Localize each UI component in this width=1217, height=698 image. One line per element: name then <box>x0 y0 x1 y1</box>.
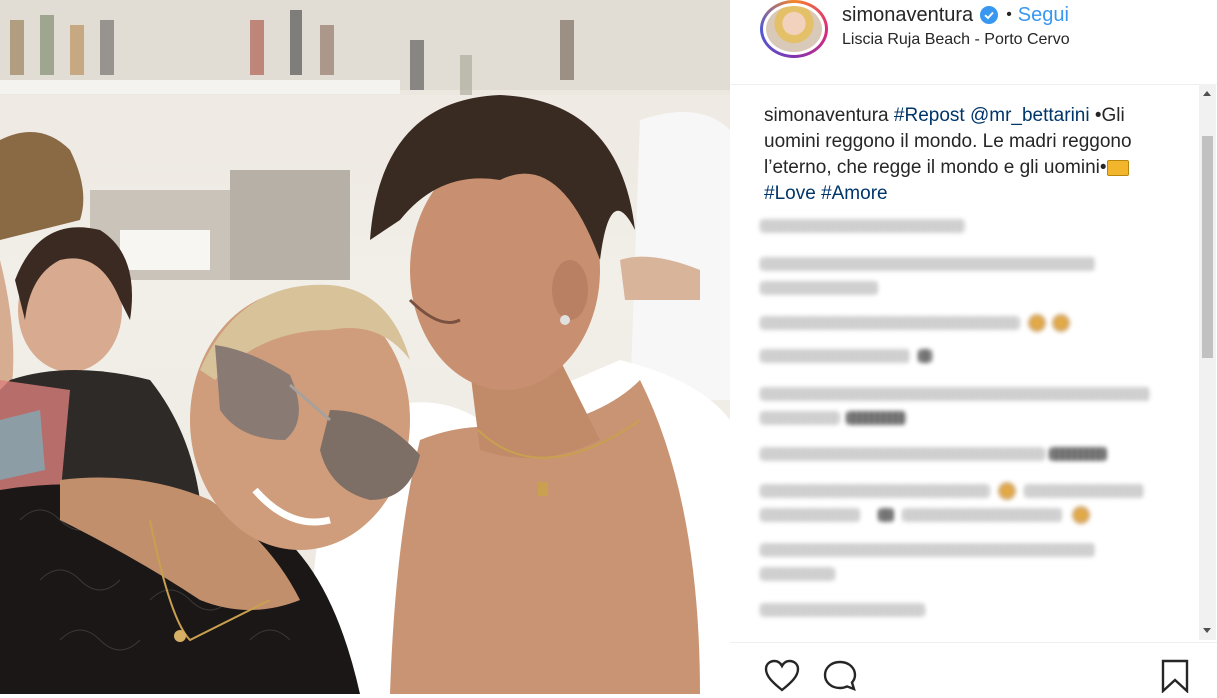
hashtag-love[interactable]: #Love <box>764 183 816 204</box>
post-sidebar: simonaventura • Segui Liscia Ruja Beach … <box>730 0 1217 694</box>
comments-scrollbar[interactable] <box>1199 84 1216 640</box>
blurred-text <box>760 603 925 617</box>
blurred-text <box>902 508 1062 522</box>
post-photo-illustration <box>0 0 730 694</box>
blurred-text <box>760 349 910 363</box>
blurred-emoji <box>1072 506 1090 524</box>
mention-link[interactable]: @mr_bettarini <box>970 105 1090 126</box>
blurred-emoji <box>1028 314 1046 332</box>
list-item <box>760 386 1180 402</box>
scroll-down-arrow-icon[interactable] <box>1203 628 1211 633</box>
hashtag-repost[interactable]: #Repost <box>894 105 965 126</box>
blurred-text <box>760 316 1020 330</box>
post-photo[interactable] <box>0 0 730 694</box>
list-item <box>760 256 1180 272</box>
list-item <box>760 542 1180 558</box>
blurred-emoji <box>1052 314 1070 332</box>
blurred-text <box>760 387 1150 401</box>
list-item <box>760 218 1180 234</box>
comment-icon[interactable] <box>822 659 858 698</box>
post-actions <box>730 642 1217 695</box>
avatar-border <box>763 3 825 55</box>
post-header: simonaventura • Segui Liscia Ruja Beach … <box>730 0 1217 85</box>
blurred-text <box>760 411 840 425</box>
post-caption: simonaventura #Repost @mr_bettarini •Gli… <box>764 103 1169 207</box>
avatar-image <box>766 6 822 52</box>
scroll-up-arrow-icon[interactable] <box>1203 91 1211 96</box>
list-item <box>760 446 1180 462</box>
scrollbar-thumb[interactable] <box>1202 136 1213 358</box>
username-link[interactable]: simonaventura <box>842 4 973 27</box>
blurred-text <box>760 257 1095 271</box>
blurred-emoji <box>846 411 906 425</box>
blurred-text <box>760 219 965 233</box>
list-item <box>760 410 1180 426</box>
list-item <box>760 566 1180 582</box>
bookmark-icon[interactable] <box>1160 659 1190 698</box>
caption-username[interactable]: simonaventura <box>764 105 889 126</box>
list-item <box>760 280 1180 296</box>
blurred-text <box>760 281 878 295</box>
crown-emoji-icon <box>1106 159 1129 176</box>
list-item <box>760 348 1180 364</box>
location-link[interactable]: Liscia Ruja Beach - Porto Cervo <box>842 31 1070 49</box>
separator-dot: • <box>1006 6 1012 23</box>
list-item <box>760 506 1180 524</box>
blurred-emoji <box>918 349 932 363</box>
blurred-emoji <box>878 508 894 522</box>
hashtag-amore[interactable]: #Amore <box>821 183 888 204</box>
list-item <box>760 314 1180 332</box>
comments-list <box>760 218 1180 628</box>
heart-icon[interactable] <box>764 659 800 698</box>
blurred-emoji <box>1049 447 1107 461</box>
username-row: simonaventura • Segui <box>842 2 1069 28</box>
verified-badge-icon <box>980 6 999 24</box>
list-item <box>760 482 1180 500</box>
blurred-text <box>760 447 1045 461</box>
blurred-text <box>1024 484 1144 498</box>
follow-button[interactable]: Segui <box>1018 4 1069 27</box>
blurred-emoji <box>998 482 1016 500</box>
blurred-text <box>760 484 990 498</box>
blurred-text <box>760 567 835 581</box>
blurred-text <box>760 543 1095 557</box>
list-item <box>760 602 1180 618</box>
blurred-text <box>760 508 860 522</box>
avatar[interactable] <box>760 0 828 58</box>
